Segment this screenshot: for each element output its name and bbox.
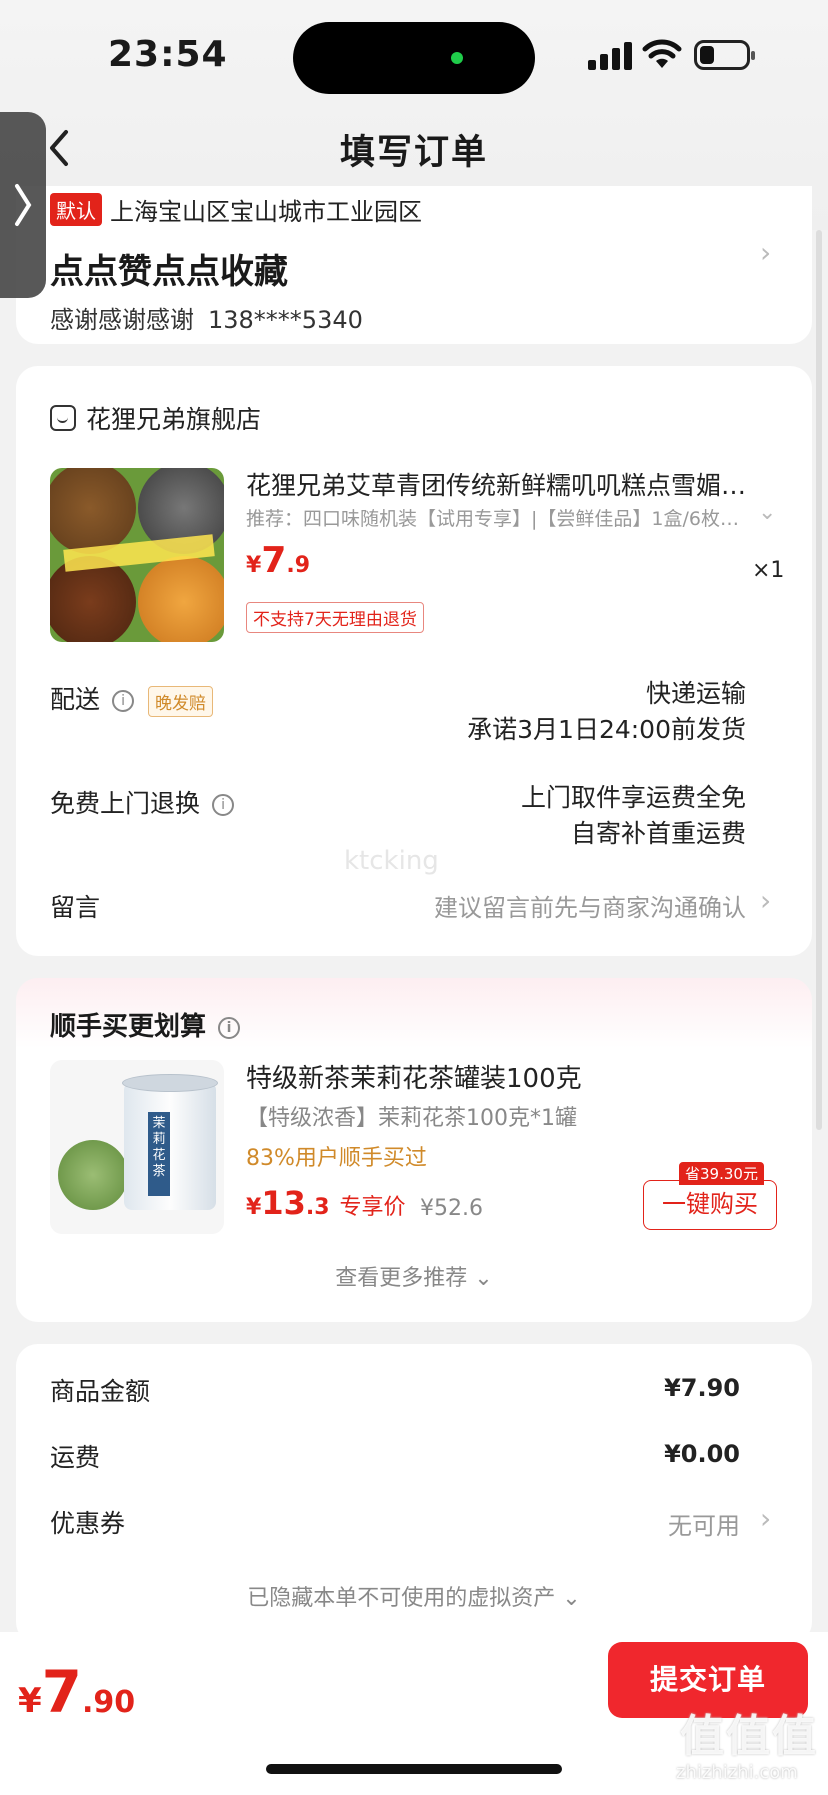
recommend-header: 顺手买更划算 i <box>50 1006 241 1043</box>
delivery-method: 快递运输 <box>645 679 746 708</box>
product-quantity: ×1 <box>752 558 785 583</box>
home-indicator[interactable] <box>266 1764 562 1774</box>
delivery-row: 配送 i 晚发赔 <box>50 680 214 717</box>
watermark-text: ktcking <box>344 846 439 876</box>
total-price: ¥7.90 <box>18 1658 136 1726</box>
side-drawer-handle[interactable] <box>0 112 46 298</box>
message-label: 留言 <box>50 893 101 922</box>
product-sku[interactable]: 推荐：四口味随机装【试用专享】|【尝鲜佳品】1盒/6枚… <box>246 504 746 531</box>
delivery-promise: 承诺3月1日24:00前发货 <box>467 715 746 744</box>
goods-amount-label: 商品金额 <box>50 1377 151 1406</box>
status-bar: 23:54 <box>0 0 828 110</box>
info-icon[interactable]: i <box>212 794 235 816</box>
price-summary-card: 商品金额 ¥7.90 运费 ¥0.00 优惠券 无可用 › 已隐藏本单不可使用的… <box>16 1344 812 1644</box>
product-title[interactable]: 花狸兄弟艾草青团传统新鲜糯叽叽糕点雪媚… <box>246 466 766 502</box>
tea-price: ¥13.3 专享价 <box>246 1184 406 1222</box>
coupon-value[interactable]: 无可用 <box>668 1506 740 1541</box>
goods-amount-value: ¥7.90 <box>664 1374 740 1402</box>
tea-original-price: ¥52.6 <box>420 1196 483 1221</box>
one-click-buy-button[interactable]: 一键购买 <box>643 1180 777 1230</box>
wifi-icon <box>642 39 682 68</box>
info-icon[interactable]: i <box>218 1016 241 1039</box>
chevron-right-icon: › <box>760 236 772 269</box>
return-line-1: 上门取件享运费全免 <box>520 783 746 812</box>
delivery-info: 快递运输 承诺3月1日24:00前发货 <box>467 676 746 748</box>
message-input[interactable]: 建议留言前先与商家沟通确认 <box>434 888 746 923</box>
return-label: 免费上门退换 <box>50 789 201 818</box>
chevron-right-icon: › <box>760 884 772 917</box>
coupon-label: 优惠券 <box>50 1509 126 1538</box>
default-address-badge: 默认 <box>50 193 102 226</box>
chevron-right-icon <box>15 184 32 226</box>
return-info: 上门取件享运费全免 自寄补首重运费 <box>521 780 746 852</box>
freight-value: ¥0.00 <box>664 1440 740 1468</box>
freight-label: 运费 <box>50 1443 101 1472</box>
recipient-name: 感谢感谢感谢 <box>50 306 194 334</box>
page-title: 填写订单 <box>339 133 488 173</box>
corner-watermark: 值值值 <box>680 1711 818 1762</box>
late-compensation-badge: 晚发赔 <box>148 685 214 717</box>
chevron-down-icon[interactable]: ⌄ <box>758 500 776 525</box>
dynamic-island <box>293 22 535 94</box>
address-card[interactable]: 默认 上海宝山区宝山城市工业园区 点点赞点点收藏 感谢感谢感谢 138****534… <box>16 186 812 344</box>
info-icon[interactable]: i <box>112 690 135 712</box>
store-icon <box>50 405 76 431</box>
see-more-recommendations[interactable]: 查看更多推荐 ⌄ <box>16 1260 812 1292</box>
recommend-card: 顺手买更划算 i 茉莉花茶 特级新茶茉莉花茶罐装100克 【特级浓香】茉莉花茶10… <box>16 978 812 1322</box>
tea-product-title[interactable]: 特级新茶茉莉花茶罐装100克 <box>246 1058 582 1095</box>
nav-bar: 填写订单 <box>0 112 828 182</box>
no-return-badge: 不支持7天无理由退货 <box>246 602 424 633</box>
shop-header[interactable]: 花狸兄弟旗舰店 <box>50 400 261 436</box>
return-line-2: 自寄补首重运费 <box>570 819 746 848</box>
tea-product-sku: 【特级浓香】茉莉花茶100克*1罐 <box>246 1106 577 1131</box>
product-price: ¥7.9 <box>246 540 311 581</box>
battery-icon <box>694 40 755 70</box>
tea-can-label: 茉莉花茶 <box>148 1112 170 1196</box>
status-time: 23:54 <box>108 34 228 75</box>
return-row: 免费上门退换 i <box>50 784 235 820</box>
address-detail: 点点赞点点收藏 <box>50 252 288 292</box>
tea-product-image[interactable]: 茉莉花茶 <box>50 1060 224 1234</box>
shop-name: 花狸兄弟旗舰店 <box>86 405 262 434</box>
product-image[interactable] <box>50 468 224 642</box>
scrollbar[interactable] <box>816 230 822 1130</box>
corner-watermark-url: zhizhizhi.com <box>676 1762 798 1783</box>
address-contact: 感谢感谢感谢 138****5340 <box>50 300 377 335</box>
address-region-line: 默认 上海宝山区宝山城市工业园区 <box>50 192 422 227</box>
hidden-assets-toggle[interactable]: 已隐藏本单不可使用的虚拟资产 ⌄ <box>16 1580 812 1612</box>
address-region: 上海宝山区宝山城市工业园区 <box>110 198 422 226</box>
chevron-right-icon: › <box>760 1502 772 1535</box>
cellular-signal-icon <box>588 42 634 70</box>
recipient-phone: 138****5340 <box>208 306 363 334</box>
delivery-label: 配送 <box>50 685 101 714</box>
camera-indicator-icon <box>451 52 463 64</box>
tea-bought-stat: 83%用户顺手买过 <box>246 1146 427 1171</box>
